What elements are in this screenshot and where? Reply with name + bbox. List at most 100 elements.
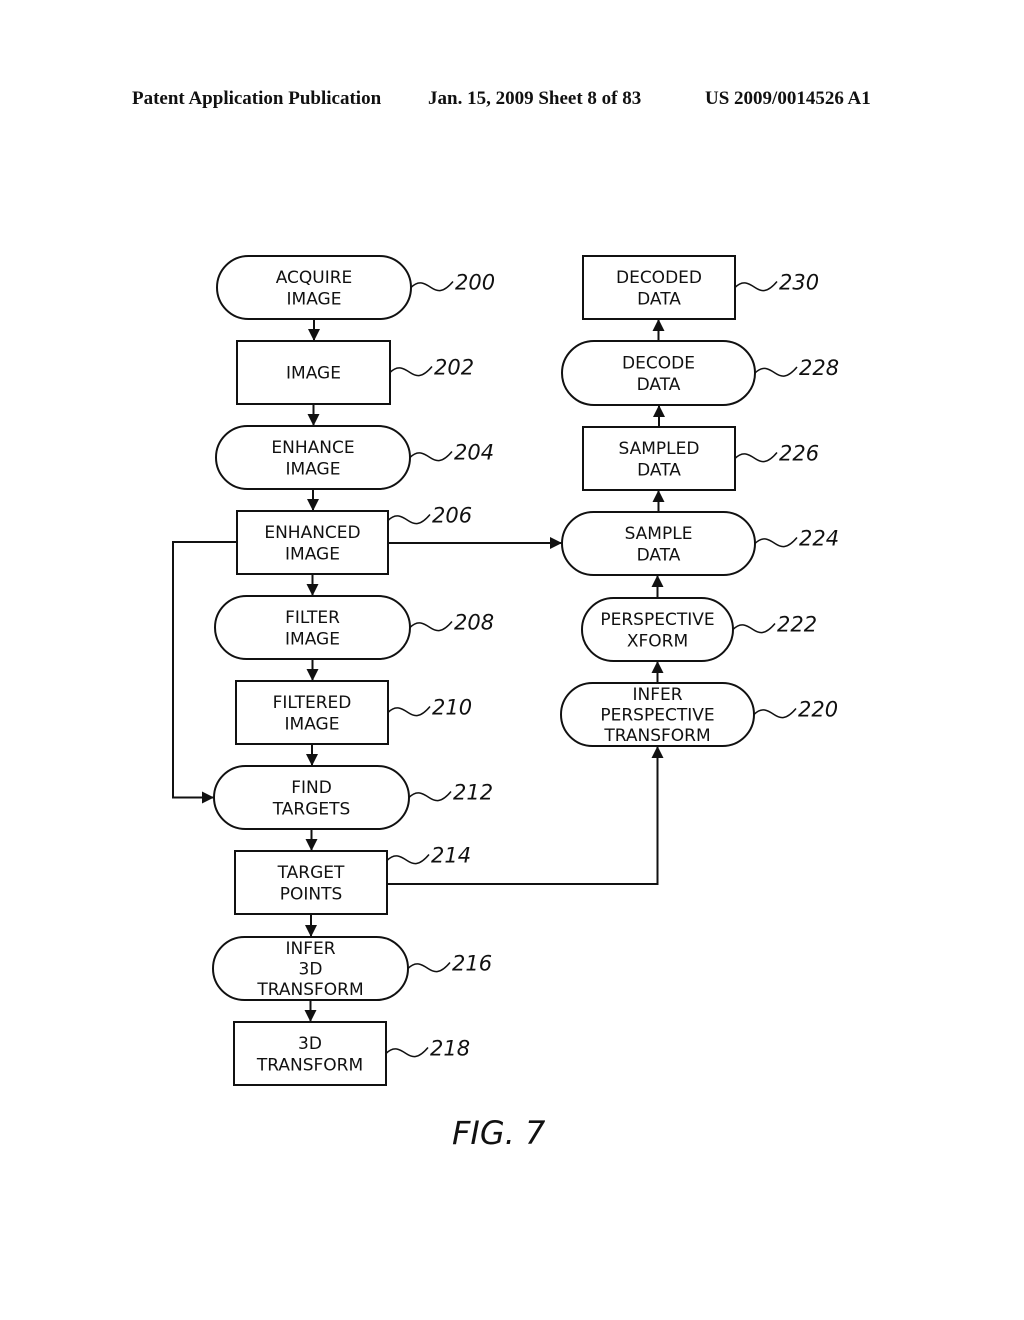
node-label-line: IMAGE [286,459,341,479]
edge-224-226 [652,490,665,512]
reference-leader [387,706,431,717]
flow-node-230: DECODEDDATA 230 [582,255,819,320]
node-label-line: ENHANCED [264,523,360,543]
node-label-line: DATA [637,545,681,565]
node-label-line: TARGET [277,863,345,883]
node-label-line: IMAGE [285,714,340,734]
edge-206-208 [306,574,319,596]
arrowhead-icon [307,499,319,511]
reference-leader [754,537,798,548]
node-label-line: FILTER [285,608,340,628]
node-label-line: INFER [632,685,682,705]
arrowhead-icon [651,575,664,587]
node-label-line: IMAGE [285,544,340,564]
edge-220-222 [651,661,664,683]
reference-number: 206 [432,504,472,528]
reference-number: 220 [798,698,838,722]
reference-leader [386,854,430,865]
reference-number: 224 [799,527,839,551]
flow-node-206: ENHANCEDIMAGE 206 [236,504,472,575]
flow-node-218: 3DTRANSFORM 218 [233,1021,470,1086]
reference-number: 208 [454,611,494,635]
node-label-line: IMAGE [285,629,340,649]
reference-number: 210 [432,696,472,720]
connector-line [172,541,237,799]
reference-leader [409,621,453,632]
flow-node-208: FILTERIMAGE 208 [214,595,494,660]
edge-214-216 [305,914,317,937]
reference-number: 202 [434,356,474,380]
flow-node-200: ACQUIREIMAGE 200 [216,255,495,320]
flow-node-216: INFER3DTRANSFORM 216 [212,936,492,1001]
flow-node-228: DECODEDATA 228 [561,340,839,406]
node-label-line: DATA [637,375,681,395]
arrowhead-icon [308,329,320,341]
arrowhead-icon [304,1010,317,1022]
flow-node-226: SAMPLEDDATA 226 [582,426,819,491]
node-label-line: 3D [299,960,323,980]
flow-node-210: FILTEREDIMAGE 210 [235,680,472,745]
reference-leader [753,708,797,719]
arrowhead-icon [652,490,665,502]
arrowhead-icon [651,661,664,673]
figure-label: FIG. 7 [452,1114,546,1152]
flow-node-220: INFERPERSPECTIVETRANSFORM 220 [560,682,838,747]
reference-number: 228 [799,356,839,380]
node-label-line: DATA [637,289,681,309]
reference-number: 212 [453,781,493,805]
reference-leader [732,623,776,634]
node-label-line: FILTERED [273,693,352,713]
node-label-line: TRANSFORM [603,726,710,746]
arrowhead-icon [306,584,319,596]
reference-leader [754,366,798,377]
edge-206-212 [172,541,237,804]
reference-number: 222 [777,613,817,637]
reference-leader [409,451,453,462]
flow-node-204: ENHANCEIMAGE 204 [215,425,494,490]
edge-210-212 [306,744,318,766]
flow-node-212: FINDTARGETS 212 [213,765,493,830]
node-label-line: TRANSFORM [256,1055,363,1075]
arrowhead-icon [305,925,317,937]
edge-212-214 [305,829,318,851]
node-label-line: TARGETS [272,799,351,819]
flow-node-222: PERSPECTIVEXFORM 222 [581,597,817,662]
node-label-line: SAMPLED [619,439,700,459]
node-label-line: PERSPECTIVE [600,706,714,726]
node-label-line: PERSPECTIVE [600,610,714,630]
reference-leader [387,514,431,525]
node-label-line: IMAGE [287,289,342,309]
node-label-line: ACQUIRE [276,268,353,288]
node-label-line: TRANSFORM [256,980,363,1000]
edge-206-224 [388,537,562,549]
node-label-line: INFER [285,939,335,959]
edge-228-230 [652,319,665,341]
arrowhead-icon [652,319,665,331]
flow-node-202: IMAGE 202 [236,340,474,405]
edge-216-218 [304,1000,317,1022]
reference-leader [408,791,452,802]
reference-leader [410,281,454,292]
reference-number: 204 [454,441,494,465]
node-label-line: XFORM [627,631,688,651]
node-label-line: DATA [637,460,681,480]
connector-line [387,746,659,885]
reference-number: 226 [779,442,819,466]
node-label-line: DECODED [616,268,702,288]
flowchart-diagram: ACQUIREIMAGE200IMAGE 202ENHANCEIMAGE204EN… [172,255,839,1152]
edges-layer [172,319,665,1022]
reference-number: 216 [452,952,492,976]
reference-number: 230 [779,271,819,295]
edge-226-228 [653,405,665,427]
node-label-line: DECODE [622,353,695,373]
reference-leader [389,366,433,377]
nodes-layer: ACQUIREIMAGE200IMAGE 202ENHANCEIMAGE204EN… [212,255,839,1086]
flow-node-214: TARGETPOINTS 214 [234,844,471,915]
edge-204-206 [307,489,319,511]
reference-number: 218 [430,1037,470,1061]
reference-number: 200 [455,271,495,295]
arrowhead-icon [202,791,214,804]
edge-222-224 [651,575,664,598]
arrowhead-icon [550,537,562,549]
node-label-line: POINTS [280,884,343,904]
